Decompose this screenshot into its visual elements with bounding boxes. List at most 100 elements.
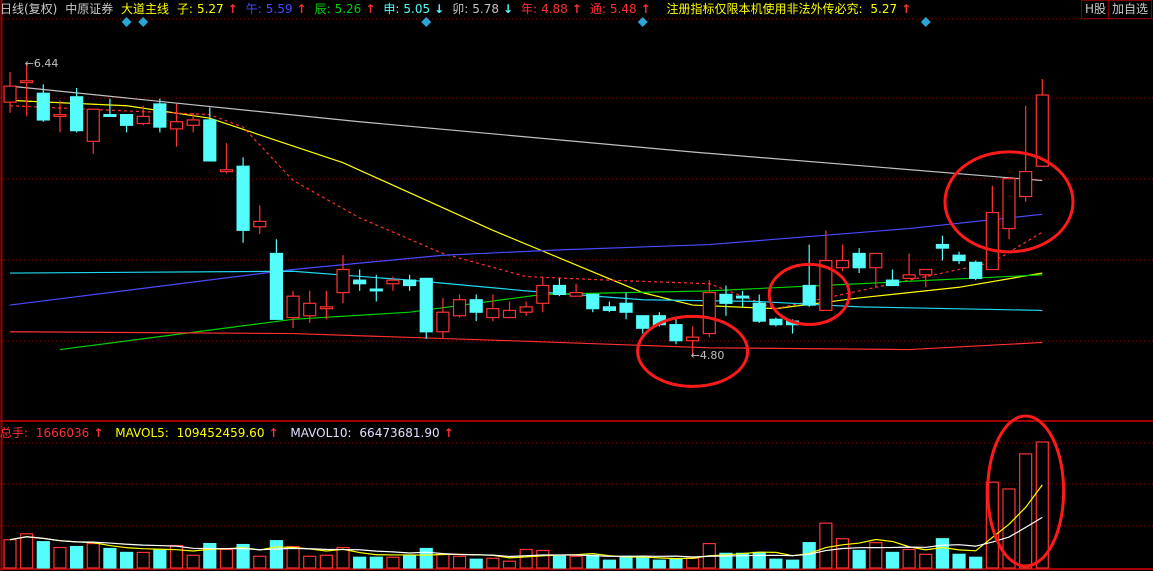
mavol10-value: 66473681.90 — [359, 426, 440, 440]
volume-bar — [602, 559, 617, 569]
ma-line-通 — [9, 105, 1043, 310]
volume-bar — [902, 548, 916, 569]
candle-down — [419, 277, 433, 333]
ma-line-子 — [9, 99, 1043, 310]
ma-line-卯 — [9, 85, 1043, 182]
candle-up — [919, 268, 933, 276]
signal-diamond-icon — [637, 17, 648, 27]
mavol5-label: MAVOL5: — [115, 426, 169, 440]
header-value-label: 申: — [383, 2, 400, 16]
volume-bar — [436, 553, 450, 569]
header-value-number: 5.26 — [334, 2, 362, 16]
header-value-label: 子: — [176, 2, 193, 16]
candle-up — [186, 119, 200, 126]
indicator-name[interactable]: 大道主线 — [121, 2, 169, 16]
h-share-button[interactable]: H股 — [1081, 0, 1111, 19]
header-value-number: 5.48 — [609, 2, 637, 16]
volume-bar — [219, 548, 234, 569]
candle-down — [935, 243, 950, 249]
candle-up — [702, 292, 716, 335]
candle-down — [669, 324, 683, 342]
add-watchlist-button[interactable]: 加自选 — [1108, 0, 1153, 19]
header-value-label: 年: — [521, 2, 538, 16]
volume-bar — [486, 557, 500, 569]
header-value-0: 子: 5.27 ↑ — [177, 2, 242, 16]
volume-bar — [303, 555, 317, 569]
candle-up — [136, 115, 150, 125]
candle-down — [852, 252, 866, 269]
candle-down — [586, 293, 600, 310]
candle-down — [752, 302, 766, 322]
candle-up — [319, 306, 333, 310]
volume-bar — [403, 554, 417, 569]
candle-up — [486, 308, 500, 319]
header-value-number: 5.78 — [472, 2, 499, 16]
header-value-number: 5.59 — [265, 2, 293, 16]
candle-up — [436, 311, 450, 333]
volume-bar — [186, 554, 200, 569]
candle-up — [169, 121, 184, 130]
volume-bar — [136, 551, 150, 569]
arrow-up-icon: ↑ — [296, 2, 307, 16]
header-value-label: 通: — [589, 2, 606, 16]
volume-bar — [53, 546, 67, 569]
volume-bar — [36, 541, 50, 569]
volume-bar — [369, 556, 383, 569]
total-volume-value: 1666036 — [35, 426, 90, 440]
candle-down — [469, 299, 483, 313]
volume-bar — [153, 548, 167, 569]
volume-bar — [286, 545, 300, 569]
candle-up — [336, 268, 350, 294]
volume-bar — [835, 538, 850, 569]
candle-up — [686, 336, 700, 342]
notice-text: 注册指标仅限本机使用非法外传必究: 5.27 ↑ — [667, 2, 916, 16]
candle-down — [552, 284, 567, 295]
candle-down — [403, 279, 417, 287]
candle-down — [602, 306, 617, 312]
signal-diamond-icon — [121, 17, 132, 27]
header-value-label: 卯: — [452, 2, 469, 16]
header-value-2: 辰: 5.26 ↑ — [315, 2, 380, 16]
arrow-down-icon: ↓ — [434, 2, 445, 16]
period-label[interactable]: 日线(复权) — [0, 2, 57, 16]
volume-bar — [419, 547, 433, 569]
mavol5: MAVOL5: 109452459.60 ↑ — [115, 426, 282, 440]
candle-up — [253, 220, 267, 228]
header-value-5: 年: 4.88 ↑ — [521, 2, 586, 16]
candle-down — [719, 293, 733, 304]
candle-up — [835, 259, 850, 269]
mavol10-label: MAVOL10: — [290, 426, 352, 440]
candle-up — [86, 108, 100, 142]
high-price-label: ←6.44 — [25, 57, 59, 70]
stock-name: 中原证券 — [65, 2, 114, 16]
chart-header: 日线(复权) 中原证券 大道主线 子: 5.27 ↑ 午: 5.59 ↑ 辰: 5.26 ↑ 申:… — [0, 0, 1080, 18]
candle-down — [119, 114, 134, 126]
volume-bar — [69, 545, 84, 569]
candle-up — [502, 309, 517, 319]
notice-label: 注册指标仅限本机使用非法外传必究: — [666, 2, 863, 16]
arrow-up-icon: ↑ — [268, 426, 279, 440]
volume-bar — [269, 540, 283, 569]
kline-chart[interactable]: ←6.44 ←4.80 — [0, 0, 1153, 571]
candle-up — [519, 306, 533, 313]
header-value-label: 午: — [245, 2, 262, 16]
volume-bar — [103, 547, 117, 569]
volume-bar — [752, 551, 766, 569]
candle-down — [769, 318, 783, 326]
volume-bar — [569, 555, 583, 569]
candle-down — [619, 302, 633, 313]
volume-bar — [452, 555, 467, 569]
arrow-up-icon: ↑ — [227, 2, 238, 16]
candle-up — [20, 80, 34, 84]
arrow-down-icon: ↓ — [502, 2, 514, 16]
candle-down — [69, 96, 84, 132]
candle-down — [103, 114, 117, 118]
volume-bar — [20, 533, 34, 569]
header-value-3: 申: 5.05 ↓ — [383, 2, 448, 16]
header-value-4: 卯: 5.78 ↓ — [452, 2, 517, 16]
volume-bar — [769, 558, 783, 569]
candle-up — [985, 211, 999, 271]
volume-bar — [586, 554, 600, 569]
candle-up — [536, 284, 550, 304]
candle-up — [303, 302, 317, 317]
